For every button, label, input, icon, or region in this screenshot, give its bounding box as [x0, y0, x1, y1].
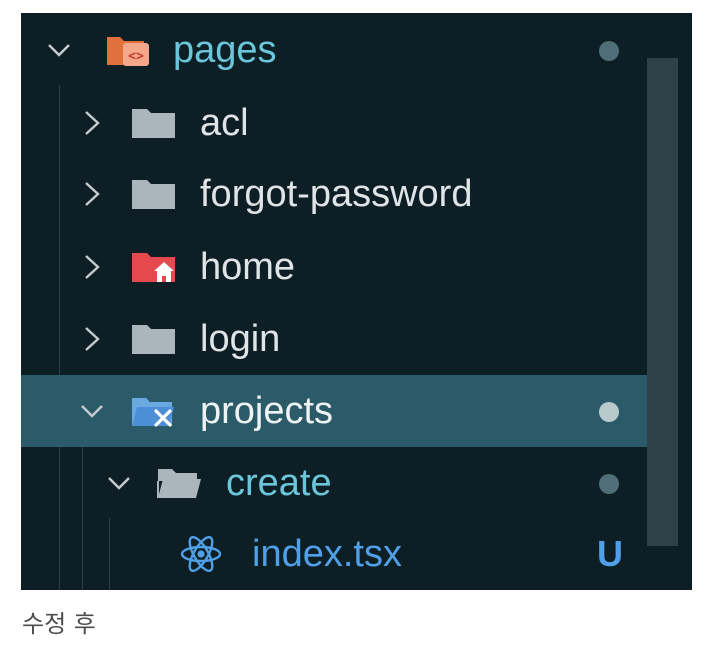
- chevron-down-icon: [105, 469, 133, 497]
- chevron-down-icon: [78, 397, 106, 425]
- tree-item-label: index.tsx: [252, 533, 402, 575]
- tree-item-pages[interactable]: <> pages: [21, 14, 678, 86]
- tree-item-create[interactable]: create: [21, 447, 678, 519]
- folder-home-icon: [131, 249, 177, 285]
- caption: 수정 후: [22, 610, 96, 638]
- folder-icon: [131, 321, 177, 357]
- tree-item-index-tsx[interactable]: index.tsx U: [21, 518, 678, 590]
- tree-item-label: home: [200, 246, 296, 288]
- chevron-right-icon: [78, 325, 106, 353]
- modified-dot: [599, 474, 619, 494]
- folder-open-icon: [157, 465, 203, 501]
- tree-item-login[interactable]: login: [21, 303, 678, 375]
- tree-item-acl[interactable]: acl: [21, 87, 678, 159]
- tree-item-label: projects: [200, 390, 334, 432]
- tree-item-label: login: [200, 318, 281, 360]
- tree-item-projects[interactable]: projects: [21, 375, 678, 447]
- scrollbar-thumb[interactable]: [647, 58, 678, 546]
- folder-icon: [131, 105, 177, 141]
- tree-item-label: forgot-password: [200, 173, 473, 215]
- react-icon: [178, 536, 224, 572]
- modified-dot: [599, 41, 619, 61]
- tree-item-label: create: [226, 462, 332, 504]
- untracked-badge: U: [597, 533, 623, 574]
- chevron-right-icon: [78, 253, 106, 281]
- tree-item-forgot-password[interactable]: forgot-password: [21, 158, 678, 230]
- tree-item-label: pages: [173, 29, 277, 71]
- tree-item-home[interactable]: home: [21, 231, 678, 303]
- svg-text:<>: <>: [128, 49, 144, 64]
- chevron-right-icon: [78, 180, 106, 208]
- file-explorer-tree: <> pages acl forgot-password home login …: [21, 13, 692, 590]
- chevron-down-icon: [45, 36, 73, 64]
- tree-item-label: acl: [200, 102, 249, 144]
- modified-dot: [599, 402, 619, 422]
- folder-open-code-icon: <>: [105, 32, 151, 68]
- chevron-right-icon: [78, 109, 106, 137]
- folder-tools-icon: [131, 393, 177, 429]
- folder-icon: [131, 176, 177, 212]
